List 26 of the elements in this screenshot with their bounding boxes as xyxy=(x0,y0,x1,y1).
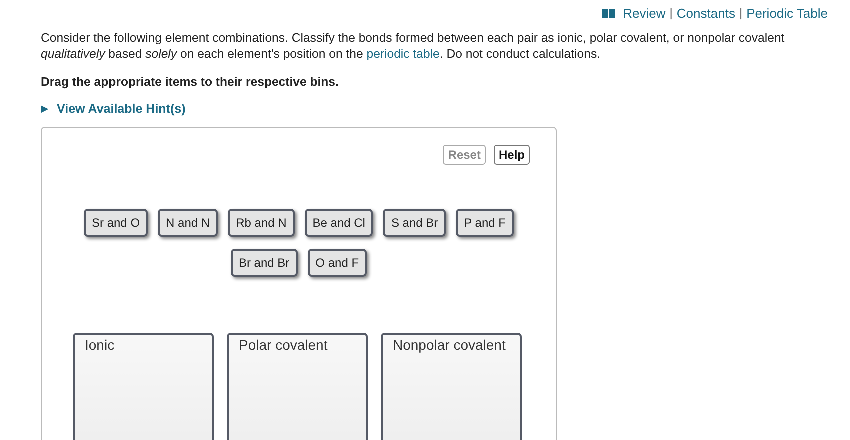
book-icon xyxy=(602,8,616,18)
drop-bin[interactable]: Ionic xyxy=(73,333,214,440)
draggable-item[interactable]: O and F xyxy=(308,249,368,277)
link-separator: | xyxy=(670,6,673,20)
draggable-item[interactable]: Rb and N xyxy=(228,209,295,237)
drop-bin[interactable]: Polar covalent xyxy=(227,333,368,440)
bin-label: Ionic xyxy=(85,337,115,353)
draggable-item[interactable]: P and F xyxy=(456,209,514,237)
resource-link[interactable]: Constants xyxy=(676,6,736,20)
resource-link[interactable]: Periodic Table xyxy=(746,6,828,20)
draggable-item[interactable]: Br and Br xyxy=(230,249,298,277)
bin-label: Nonpolar covalent xyxy=(393,337,506,353)
periodic-table-link[interactable]: periodic table xyxy=(366,47,440,61)
hint-link[interactable]: View Available Hint(s) xyxy=(57,102,186,116)
draggable-item[interactable]: S and Br xyxy=(383,209,446,237)
instruction-text: Drag the appropriate items to their respective bins. xyxy=(41,75,340,89)
bin-label: Polar covalent xyxy=(239,337,328,353)
draggable-item[interactable]: N and N xyxy=(158,209,218,237)
panel-button[interactable]: Help xyxy=(494,145,530,165)
resource-link[interactable]: Review xyxy=(623,6,666,20)
link-separator: | xyxy=(739,6,743,20)
expand-arrow-icon[interactable]: ▶ xyxy=(41,103,49,115)
draggable-item[interactable]: Sr and O xyxy=(84,209,148,237)
draggable-item[interactable]: Be and Cl xyxy=(304,209,374,237)
drop-bin[interactable]: Nonpolar covalent xyxy=(381,333,522,440)
question-text: Consider the following element combinations. Classify the bonds formed between each pair as ionic, polar covalent, or nonpolar covalent qualitatively based solely on each element's position on the periodic table. Do not conduct calculations. xyxy=(41,30,786,62)
